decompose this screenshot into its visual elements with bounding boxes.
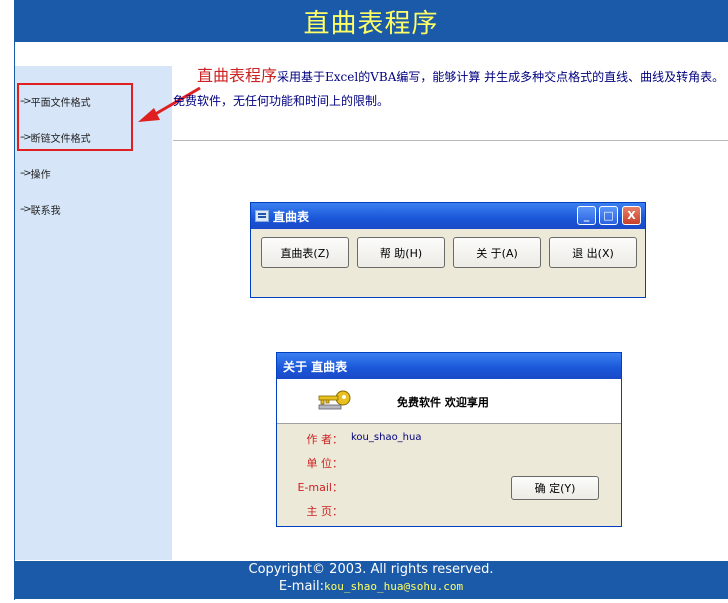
- page-title: 直曲表程序: [303, 8, 439, 39]
- about-window-title: 关于 直曲表: [283, 359, 348, 374]
- sidebar-item-label: 操作: [30, 170, 51, 181]
- arrow-icon: -->: [20, 168, 32, 179]
- about-window-titlebar[interactable]: 关于 直曲表: [277, 353, 621, 379]
- about-window: 关于 直曲表 免费软件 欢迎享用 作 者： kou_shao_hua 单 位： …: [276, 352, 622, 527]
- author-label: 作 者：: [306, 433, 344, 446]
- window-title: 直曲表: [273, 209, 310, 224]
- sidebar-item-operation[interactable]: --> 操作: [20, 166, 51, 181]
- intro-highlight: 直曲表程序: [197, 66, 278, 85]
- exit-button[interactable]: 退 出(X): [549, 237, 637, 268]
- annotation-highlight-box: [17, 83, 133, 151]
- sidebar-item-label: 联系我: [30, 206, 61, 217]
- close-button[interactable]: X: [622, 206, 641, 225]
- footer-email-line: E-mail:kou_shao_hua@sohu.com: [14, 578, 728, 595]
- minimize-button[interactable]: _: [577, 206, 596, 225]
- about-fields: 作 者： kou_shao_hua 单 位： E-mail： 主 页：: [277, 423, 621, 523]
- organization-label: 单 位：: [306, 457, 344, 470]
- intro-paragraph: 直曲表程序采用基于Excel的VBA编写，能够计算 并生成多种交点格式的直线、曲…: [173, 64, 725, 113]
- main-program-window: 直曲表 _ □ X 直曲表(Z) 帮 助(H) 关 于(A) 退 出(X): [250, 202, 646, 298]
- ok-button[interactable]: 确 定(Y): [511, 476, 599, 500]
- maximize-button[interactable]: □: [599, 206, 618, 225]
- curve-table-button[interactable]: 直曲表(Z): [261, 237, 349, 268]
- footer-email-link[interactable]: kou_shao_hua@sohu.com: [324, 580, 463, 593]
- page-footer: Copyright© 2003. All rights reserved. E-…: [14, 561, 728, 599]
- window-titlebar[interactable]: 直曲表 _ □ X: [251, 203, 645, 229]
- about-banner: 免费软件 欢迎享用: [277, 379, 621, 424]
- about-button[interactable]: 关 于(A): [453, 237, 541, 268]
- sidebar-item-contact[interactable]: --> 联系我: [20, 202, 61, 217]
- page-header: 直曲表程序: [14, 0, 728, 42]
- author-value: kou_shao_hua: [351, 432, 422, 443]
- key-icon: [318, 390, 351, 410]
- help-button[interactable]: 帮 助(H): [357, 237, 445, 268]
- content-divider: [173, 140, 728, 141]
- about-banner-text: 免费软件 欢迎享用: [397, 396, 489, 409]
- email-label: E-mail：: [297, 481, 344, 494]
- copyright-text: Copyright© 2003. All rights reserved.: [248, 562, 494, 577]
- footer-email-label: E-mail:: [278, 579, 325, 594]
- app-icon: [255, 210, 269, 222]
- homepage-label: 主 页：: [306, 505, 344, 518]
- arrow-icon: -->: [20, 204, 32, 215]
